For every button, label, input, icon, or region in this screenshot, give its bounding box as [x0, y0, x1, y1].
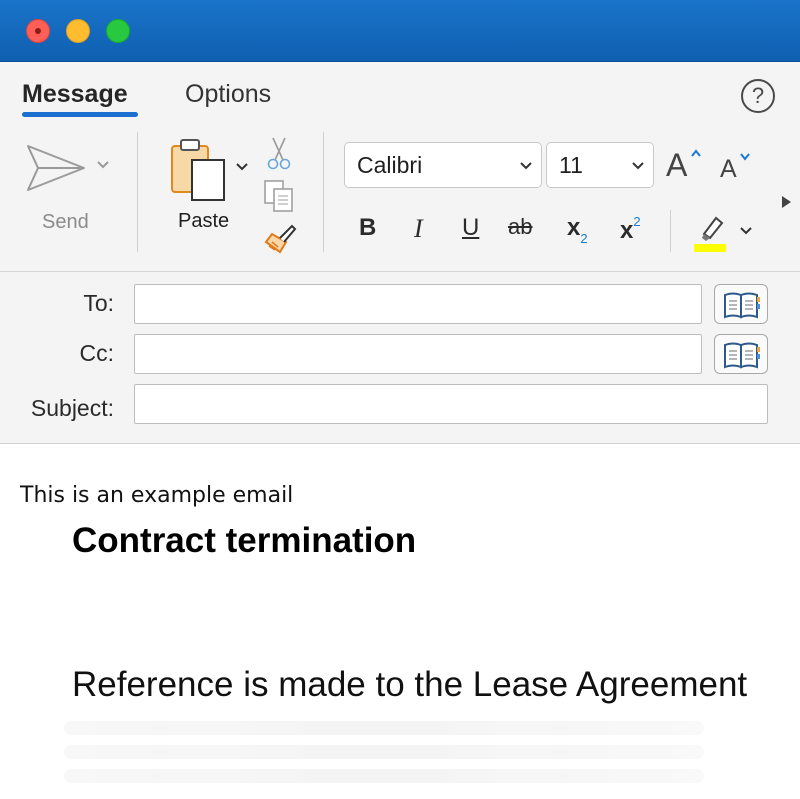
- paste-options-chevron-icon[interactable]: [235, 162, 249, 172]
- copy-icon[interactable]: [262, 178, 296, 214]
- help-button[interactable]: ?: [741, 79, 775, 113]
- send-button-label[interactable]: Send: [42, 211, 89, 234]
- bold-button[interactable]: B: [359, 214, 376, 242]
- cut-icon[interactable]: [266, 136, 292, 172]
- svg-text:A: A: [720, 155, 737, 180]
- more-commands-arrow-icon[interactable]: [780, 195, 792, 209]
- font-size-dropdown[interactable]: 11: [546, 142, 654, 188]
- blurred-text-line: [64, 745, 704, 759]
- svg-text:A: A: [666, 147, 688, 180]
- increase-font-size-icon[interactable]: A: [666, 146, 706, 180]
- address-book-icon: [724, 292, 760, 319]
- ribbon: Message Options ? Send Paste Calibri 11 …: [0, 62, 800, 272]
- font-size-value: 11: [559, 152, 583, 178]
- font-family-dropdown[interactable]: Calibri: [344, 142, 542, 188]
- minimize-window-button[interactable]: [66, 19, 90, 43]
- strikethrough-button[interactable]: ab: [508, 214, 532, 240]
- underline-button[interactable]: U: [462, 214, 479, 242]
- cc-label: Cc:: [79, 340, 115, 366]
- italic-button[interactable]: I: [414, 214, 423, 244]
- superscript-letter: x: [620, 217, 634, 244]
- cc-field[interactable]: [134, 334, 702, 374]
- paste-icon[interactable]: [168, 136, 230, 206]
- body-intro-text: This is an example email: [20, 483, 294, 508]
- group-divider: [137, 132, 138, 252]
- blurred-text-line: [64, 769, 704, 783]
- maximize-window-button[interactable]: [106, 19, 130, 43]
- highlighter-icon[interactable]: [692, 210, 728, 254]
- subject-label: Subject:: [30, 395, 114, 421]
- superscript-button[interactable]: x2: [620, 214, 641, 245]
- to-field[interactable]: [134, 284, 702, 324]
- send-icon[interactable]: [24, 142, 88, 194]
- message-headers: To: Cc: Subject:: [0, 272, 800, 444]
- body-heading: Contract termination: [72, 521, 417, 560]
- subscript-digit: 2: [580, 231, 588, 246]
- decrease-font-size-icon[interactable]: A: [720, 150, 754, 180]
- title-bar: [0, 0, 800, 62]
- superscript-digit: 2: [633, 214, 641, 229]
- body-paragraph: Reference is made to the Lease Agreement: [72, 665, 748, 704]
- highlight-color-swatch: [694, 244, 726, 252]
- tab-options[interactable]: Options: [185, 80, 271, 109]
- chevron-down-icon: [632, 162, 644, 170]
- subscript-button[interactable]: x2: [567, 214, 588, 246]
- blurred-text-line: [64, 721, 704, 735]
- highlight-options-chevron-icon[interactable]: [739, 226, 753, 236]
- message-body-editor[interactable]: This is an example email Contract termin…: [0, 445, 800, 799]
- group-divider: [670, 210, 671, 252]
- format-painter-icon[interactable]: [262, 222, 298, 258]
- tab-message[interactable]: Message: [22, 80, 128, 109]
- address-book-icon: [724, 342, 760, 369]
- to-label: To:: [83, 290, 114, 316]
- active-tab-indicator: [22, 112, 138, 117]
- send-options-chevron-icon[interactable]: [96, 160, 110, 170]
- group-divider: [323, 132, 324, 252]
- subscript-letter: x: [567, 214, 581, 241]
- subject-field[interactable]: [134, 384, 768, 424]
- paste-button-label[interactable]: Paste: [178, 210, 229, 233]
- cc-address-book-button[interactable]: [714, 334, 768, 374]
- close-window-button[interactable]: [26, 19, 50, 43]
- to-address-book-button[interactable]: [714, 284, 768, 324]
- font-family-value: Calibri: [357, 152, 423, 178]
- chevron-down-icon: [520, 162, 532, 170]
